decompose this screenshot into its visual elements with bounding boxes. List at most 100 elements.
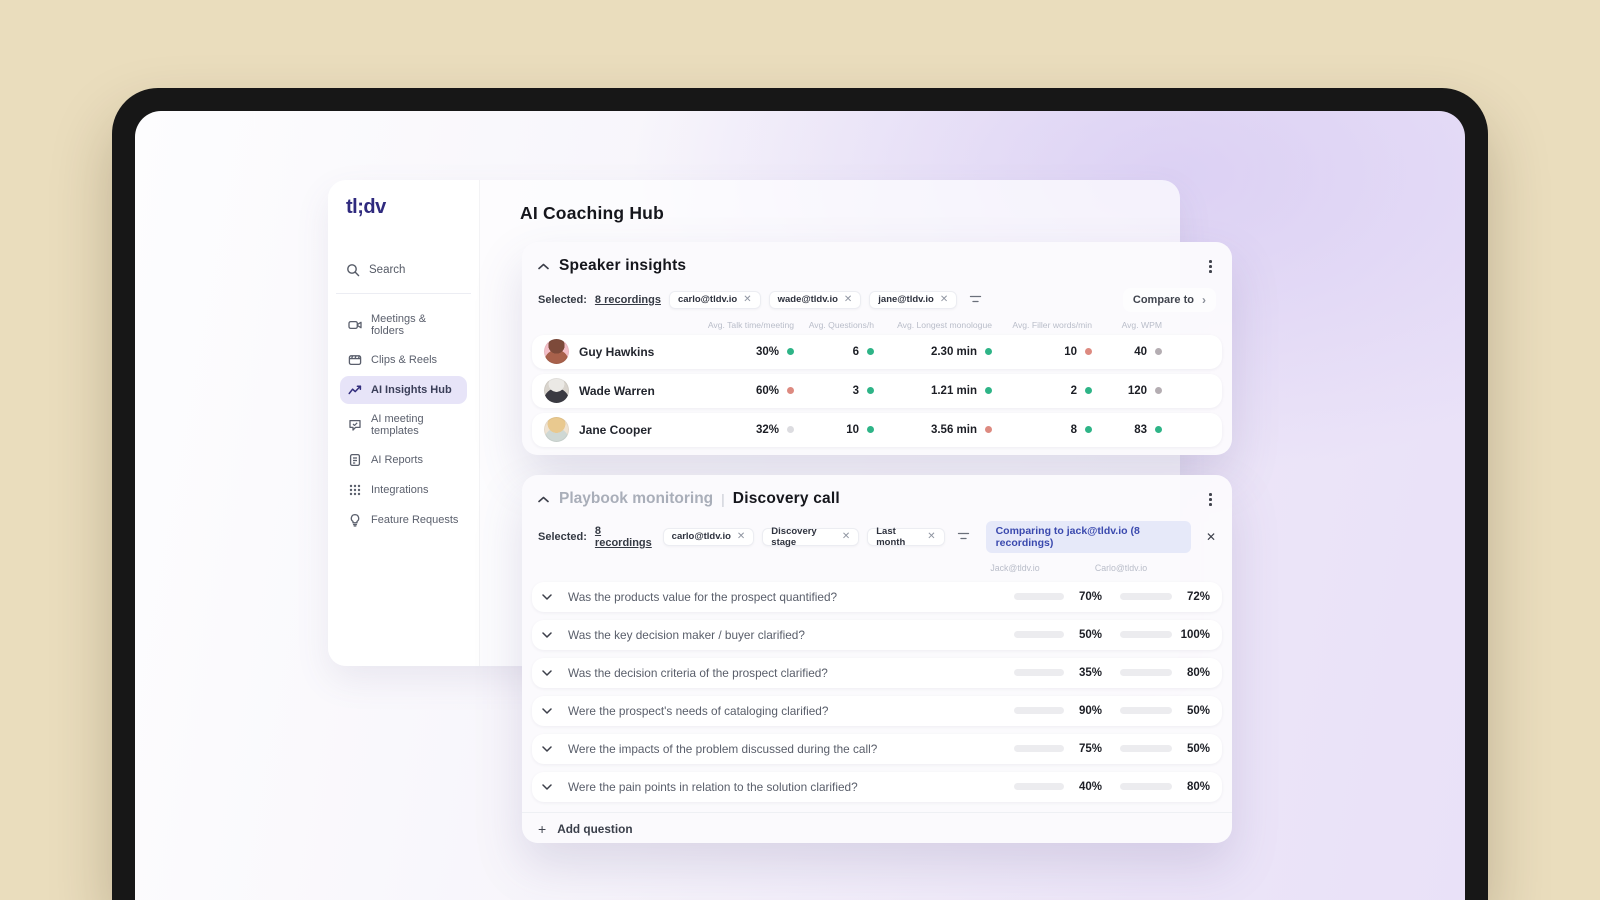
tldv-logo: tl;dv — [346, 196, 386, 218]
close-comparison-icon[interactable]: ✕ — [1206, 530, 1216, 544]
sidebar: tl;dv Search Meetings & folders Clips & … — [328, 180, 480, 666]
chevron-down-icon[interactable] — [542, 784, 568, 790]
percent-value: 70% — [1078, 590, 1102, 603]
filter-funnel-icon[interactable] — [969, 294, 982, 305]
kebab-menu-icon[interactable] — [1205, 489, 1216, 510]
column-header: Jack@tldv.io — [990, 562, 1040, 573]
sidebar-item-label: Meetings & folders — [371, 313, 427, 337]
question-row[interactable]: Was the products value for the prospect … — [532, 581, 1222, 612]
percent-value: 90% — [1078, 704, 1102, 717]
filter-funnel-icon[interactable] — [957, 531, 970, 542]
chevron-down-icon[interactable] — [542, 746, 568, 752]
plus-icon: + — [538, 820, 547, 837]
sidebar-item-ai-meeting-templates[interactable]: AI meeting templates — [340, 406, 467, 444]
percent-value: 72% — [1186, 590, 1210, 603]
screen: tl;dv Search Meetings & folders Clips & … — [135, 111, 1465, 900]
table-row[interactable]: Jane Cooper 32% 10 3.56 min 8 83 — [532, 412, 1222, 447]
filter-chip-label: carlo@tldv.io — [677, 294, 738, 306]
remove-filter-icon[interactable]: ✕ — [844, 294, 852, 305]
add-question-button[interactable]: + Add question — [538, 822, 1216, 836]
wpm-value: 83 — [1134, 423, 1147, 436]
filter-chip[interactable]: wade@tldv.io ✕ — [768, 290, 862, 309]
comparing-to-chip[interactable]: Comparing to jack@tldv.io (8 recordings) — [985, 520, 1191, 553]
table-row[interactable]: Guy Hawkins 30% 6 2.30 min 10 40 — [532, 334, 1222, 369]
question-text: Were the pain points in relation to the … — [568, 779, 858, 794]
chevron-down-icon[interactable] — [542, 670, 568, 676]
question-text: Was the products value for the prospect … — [568, 589, 838, 604]
question-row[interactable]: Was the key decision maker / buyer clari… — [532, 619, 1222, 650]
column-header: Avg. Filler words/min — [1012, 319, 1092, 330]
question-row[interactable]: Were the impacts of the problem discusse… — [532, 733, 1222, 764]
remove-filter-icon[interactable]: ✕ — [737, 531, 745, 542]
wpm-value: 120 — [1127, 384, 1147, 397]
playbook-column-headers: Jack@tldv.io Carlo@tldv.io — [532, 563, 1222, 576]
search-button[interactable]: Search — [346, 263, 467, 277]
collapse-chevron-up-icon[interactable] — [538, 496, 549, 503]
wpm-value: 40 — [1134, 345, 1147, 358]
selected-recordings-link[interactable]: 8 recordings — [595, 525, 655, 549]
status-dot — [867, 387, 874, 395]
chevron-down-icon[interactable] — [542, 708, 568, 714]
sidebar-item-meetings-folders[interactable]: Meetings & folders — [340, 306, 467, 344]
percent-value: 50% — [1186, 704, 1210, 717]
add-question-label: Add question — [557, 821, 633, 836]
status-dot — [787, 348, 794, 356]
speaker-name: Jane Cooper — [579, 422, 652, 437]
sidebar-item-integrations[interactable]: Integrations — [340, 476, 467, 504]
compare-to-button[interactable]: Compare to › — [1122, 287, 1216, 312]
filler-words-value: 2 — [1070, 384, 1077, 397]
search-icon — [346, 263, 360, 277]
filter-chip[interactable]: jane@tldv.io ✕ — [869, 290, 958, 309]
progress-track — [1014, 631, 1064, 639]
table-row[interactable]: Wade Warren 60% 3 1.21 min 2 120 — [532, 373, 1222, 408]
collapse-chevron-up-icon[interactable] — [538, 263, 549, 270]
filter-chip-label: jane@tldv.io — [878, 294, 934, 306]
remove-filter-icon[interactable]: ✕ — [927, 531, 935, 542]
grid-dots-icon — [348, 483, 362, 497]
filter-chip[interactable]: Discovery stage ✕ — [762, 525, 860, 548]
question-row[interactable]: Was the decision criteria of the prospec… — [532, 657, 1222, 688]
questions-value: 3 — [852, 384, 859, 397]
filter-chip-label: wade@tldv.io — [777, 294, 838, 306]
talk-time-value: 30% — [755, 345, 779, 358]
talk-time-value: 60% — [755, 384, 779, 397]
sidebar-item-ai-insights-hub[interactable]: AI Insights Hub — [340, 376, 467, 404]
page-title: AI Coaching Hub — [520, 203, 664, 223]
chevron-down-icon[interactable] — [542, 632, 568, 638]
monologue-value: 1.21 min — [930, 384, 977, 397]
compare-to-label: Compare to — [1132, 293, 1194, 306]
question-text: Were the prospect's needs of cataloging … — [568, 703, 829, 718]
filter-chip[interactable]: Last month ✕ — [867, 526, 945, 548]
column-header: Avg. Longest monologue — [897, 319, 992, 330]
kebab-menu-icon[interactable] — [1205, 256, 1216, 277]
sidebar-item-feature-requests[interactable]: Feature Requests — [340, 506, 467, 534]
filter-chip[interactable]: carlo@tldv.io ✕ — [662, 527, 755, 546]
panel-title-muted: Playbook monitoring — [559, 490, 714, 508]
status-dot — [867, 426, 874, 434]
chevron-right-icon: › — [1202, 292, 1206, 307]
status-dot — [1085, 387, 1092, 395]
playbook-monitoring-panel: Playbook monitoring | Discovery call Sel… — [522, 475, 1232, 843]
sidebar-item-ai-reports[interactable]: AI Reports — [340, 446, 467, 474]
status-dot — [1085, 348, 1092, 356]
clapperboard-icon — [348, 353, 362, 367]
question-row[interactable]: Were the pain points in relation to the … — [532, 771, 1222, 802]
percent-value: 40% — [1078, 780, 1102, 793]
progress-track — [1014, 783, 1064, 791]
progress-track — [1014, 707, 1064, 715]
chevron-down-icon[interactable] — [542, 594, 568, 600]
remove-filter-icon[interactable]: ✕ — [743, 294, 751, 305]
sidebar-item-clips-reels[interactable]: Clips & Reels — [340, 346, 467, 374]
status-dot — [787, 426, 794, 434]
percent-value: 80% — [1186, 666, 1210, 679]
progress-track — [1014, 669, 1064, 677]
selected-recordings-link[interactable]: 8 recordings — [595, 294, 661, 306]
panel-title: Discovery call — [732, 490, 840, 508]
filter-chip-label: Discovery stage — [771, 525, 817, 548]
filter-chip[interactable]: carlo@tldv.io ✕ — [668, 290, 761, 309]
question-row[interactable]: Were the prospect's needs of cataloging … — [532, 695, 1222, 726]
remove-filter-icon[interactable]: ✕ — [842, 531, 850, 542]
column-header: Avg. WPM — [1121, 319, 1162, 330]
sidebar-item-label: AI Reports — [371, 454, 423, 466]
remove-filter-icon[interactable]: ✕ — [940, 294, 948, 305]
